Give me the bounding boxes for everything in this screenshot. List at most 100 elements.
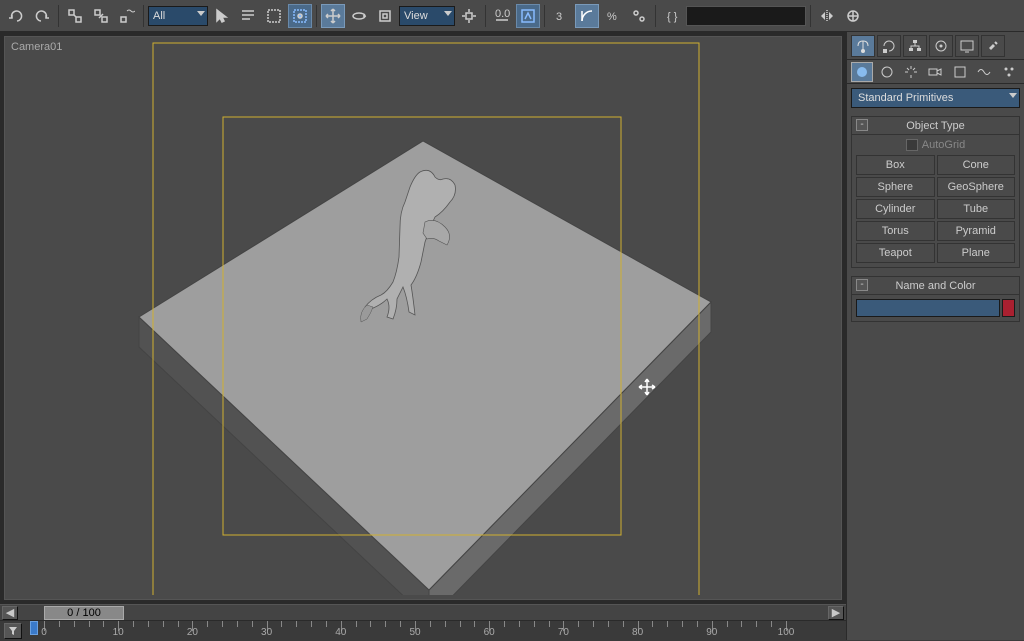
ruler-minor-tick [222, 621, 223, 627]
rollout-title: Name and Color [895, 280, 975, 292]
object-type-rollout: - Object Type AutoGrid Box Cone Sphere G… [851, 116, 1020, 268]
ruler-minor-tick [281, 621, 282, 627]
link-button[interactable] [63, 4, 87, 28]
select-move-button[interactable] [321, 4, 345, 28]
select-region-button[interactable] [262, 4, 286, 28]
scene-3d [5, 37, 841, 595]
lights-subtab[interactable] [900, 62, 922, 82]
svg-text:0.00: 0.00 [495, 8, 510, 20]
select-rotate-button[interactable] [347, 4, 371, 28]
combo-value: View [404, 10, 428, 22]
create-tab[interactable] [851, 35, 875, 57]
ruler-label: 30 [261, 627, 272, 638]
ruler-label: 70 [558, 627, 569, 638]
helpers-subtab[interactable] [949, 62, 971, 82]
primitive-category-combo[interactable]: Standard Primitives [851, 88, 1020, 108]
rollout-title: Object Type [906, 120, 965, 132]
snap-2d-button[interactable]: 3 [549, 4, 573, 28]
display-tab[interactable] [955, 35, 979, 57]
manipulate-button[interactable]: 0.00 [490, 4, 514, 28]
time-ruler[interactable]: 0102030405060708090100 [0, 621, 846, 641]
unlink-button[interactable] [89, 4, 113, 28]
svg-text:3: 3 [556, 11, 562, 23]
autogrid-option[interactable]: AutoGrid [856, 139, 1015, 151]
ruler-minor-tick [296, 621, 297, 627]
named-selection-button[interactable]: { } [660, 4, 684, 28]
align-button[interactable] [841, 4, 865, 28]
ruler-label: 80 [632, 627, 643, 638]
name-and-color-rollout: - Name and Color [851, 276, 1020, 322]
ruler-minor-tick [59, 621, 60, 627]
plane-button[interactable]: Plane [937, 243, 1016, 263]
pivot-center-button[interactable] [457, 4, 481, 28]
keyboard-shortcut-button[interactable] [516, 4, 540, 28]
window-crossing-button[interactable] [288, 4, 312, 28]
ruler-minor-tick [549, 621, 550, 627]
teapot-button[interactable]: Teapot [856, 243, 935, 263]
box-button[interactable]: Box [856, 155, 935, 175]
torus-button[interactable]: Torus [856, 221, 935, 241]
viewport-label: Camera01 [11, 41, 62, 53]
ruler-minor-tick [237, 621, 238, 627]
ruler-label: 0 [41, 627, 47, 638]
ruler-minor-tick [207, 621, 208, 627]
geometry-subtab[interactable] [851, 62, 873, 82]
hierarchy-tab[interactable] [903, 35, 927, 57]
ruler-minor-tick [430, 621, 431, 627]
time-prev-button[interactable]: ◀ [2, 606, 18, 620]
undo-button[interactable] [4, 4, 28, 28]
reference-coord-combo[interactable]: View [399, 6, 455, 26]
timeline: ◀ 0 / 100 ▶ 0102030405060708090100 [0, 604, 846, 640]
sphere-button[interactable]: Sphere [856, 177, 935, 197]
ruler-minor-tick [623, 621, 624, 627]
named-selection-input[interactable] [686, 6, 806, 26]
ruler-minor-tick [519, 621, 520, 627]
select-scale-button[interactable] [373, 4, 397, 28]
ruler-minor-tick [667, 621, 668, 627]
cone-button[interactable]: Cone [937, 155, 1016, 175]
time-slider-handle[interactable]: 0 / 100 [44, 606, 124, 620]
ruler-minor-tick [445, 621, 446, 627]
command-tabs [847, 32, 1024, 60]
ruler-minor-tick [460, 621, 461, 627]
modify-tab[interactable] [877, 35, 901, 57]
bind-spacewarp-button[interactable] [115, 4, 139, 28]
snap-percent-button[interactable]: % [601, 4, 625, 28]
ruler-minor-tick [89, 621, 90, 627]
cameras-subtab[interactable] [924, 62, 946, 82]
motion-tab[interactable] [929, 35, 953, 57]
mirror-button[interactable] [815, 4, 839, 28]
create-subtabs [847, 60, 1024, 84]
ruler-label: 10 [113, 627, 124, 638]
ruler-minor-tick [356, 621, 357, 627]
select-object-button[interactable] [210, 4, 234, 28]
snap-angle-button[interactable] [575, 4, 599, 28]
systems-subtab[interactable] [998, 62, 1020, 82]
utilities-tab[interactable] [981, 35, 1005, 57]
ruler-minor-tick [741, 621, 742, 627]
redo-button[interactable] [30, 4, 54, 28]
time-next-button[interactable]: ▶ [828, 606, 844, 620]
ruler-minor-tick [727, 621, 728, 627]
ruler-minor-tick [133, 621, 134, 627]
autogrid-checkbox[interactable] [906, 139, 918, 151]
pyramid-button[interactable]: Pyramid [937, 221, 1016, 241]
shapes-subtab[interactable] [875, 62, 897, 82]
geosphere-button[interactable]: GeoSphere [937, 177, 1016, 197]
rollout-header[interactable]: - Name and Color [852, 277, 1019, 295]
set-key-filters-button[interactable] [4, 623, 22, 639]
ruler-minor-tick [593, 621, 594, 627]
object-name-input[interactable] [856, 299, 1000, 317]
select-by-name-button[interactable] [236, 4, 260, 28]
spacewarps-subtab[interactable] [973, 62, 995, 82]
rollout-header[interactable]: - Object Type [852, 117, 1019, 135]
time-marker[interactable] [30, 621, 38, 635]
time-slider-track[interactable]: ◀ 0 / 100 ▶ [0, 605, 846, 621]
tube-button[interactable]: Tube [937, 199, 1016, 219]
main-toolbar: All View 0.00 3 % { } [0, 0, 1024, 32]
selection-filter-combo[interactable]: All [148, 6, 208, 26]
cylinder-button[interactable]: Cylinder [856, 199, 935, 219]
spinner-snap-button[interactable] [627, 4, 651, 28]
viewport-camera[interactable]: Camera01 [4, 36, 842, 600]
object-color-swatch[interactable] [1002, 299, 1015, 317]
